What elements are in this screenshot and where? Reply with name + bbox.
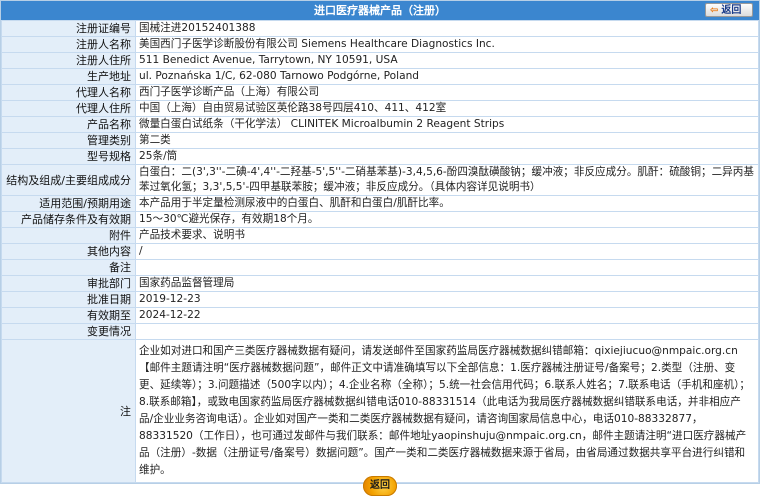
footer: 返回 (0, 476, 760, 496)
field-label: 适用范围/预期用途 (1, 195, 136, 212)
table-row: 产品名称 微量白蛋白试纸条（干化学法） CLINITEK Microalbumin… (1, 116, 759, 133)
table-row: 注册人名称 美国西门子医学诊断股份有限公司 Siemens Healthcare … (1, 36, 759, 53)
back-button-label: 返回 (721, 5, 742, 16)
table-row: 备注 (1, 259, 759, 276)
field-value: 中国（上海）自由贸易试验区英伦路38号四层410、411、412室 (135, 100, 759, 117)
table-row: 管理类别 第二类 (1, 132, 759, 149)
back-button-bottom[interactable]: 返回 (363, 476, 397, 496)
table-row: 其他内容 / (1, 243, 759, 260)
detail-panel: 进口医疗器械产品（注册） ⇦ 返回 注册证编号 国械注进20152401388 注册人… (0, 0, 760, 484)
arrow-left-icon: ⇦ (710, 5, 719, 16)
field-label: 有效期至 (1, 307, 136, 324)
field-value: 微量白蛋白试纸条（干化学法） CLINITEK Microalbumin 2 R… (135, 116, 759, 133)
field-label: 注册证编号 (1, 20, 136, 37)
note-text: 企业如对进口和国产三类医疗器械数据有疑问，请发送邮件至国家药监局医疗器械数据纠错… (135, 339, 759, 483)
table-row: 审批部门 国家药品监督管理局 (1, 275, 759, 292)
back-button-top[interactable]: ⇦ 返回 (705, 3, 753, 17)
field-label: 附件 (1, 227, 136, 244)
field-label: 审批部门 (1, 275, 136, 292)
field-value: 2024-12-22 (135, 307, 759, 324)
table-row: 代理人名称 西门子医学诊断产品（上海）有限公司 (1, 84, 759, 101)
field-value: ul. Poznańska 1/C, 62-080 Tarnowo Podgór… (135, 68, 759, 85)
table-row: 有效期至 2024-12-22 (1, 307, 759, 324)
field-value: 美国西门子医学诊断股份有限公司 Siemens Healthcare Diagn… (135, 36, 759, 53)
table-row: 变更情况 (1, 323, 759, 340)
table-row: 结构及组成/主要组成成分 白蛋白：二(3',3''-二碘-4',4''-二羟基-5… (1, 164, 759, 196)
field-value: 第二类 (135, 132, 759, 149)
field-label: 注册人住所 (1, 52, 136, 69)
field-value: 白蛋白：二(3',3''-二碘-4',4''-二羟基-5',5''-二硝基苯基)… (135, 164, 759, 196)
table-row: 生产地址 ul. Poznańska 1/C, 62-080 Tarnowo Po… (1, 68, 759, 85)
field-label: 批准日期 (1, 291, 136, 308)
field-label: 注册人名称 (1, 36, 136, 53)
table-row: 型号规格 25条/筒 (1, 148, 759, 165)
field-label: 管理类别 (1, 132, 136, 149)
field-value (135, 323, 759, 340)
field-value: 产品技术要求、说明书 (135, 227, 759, 244)
table-row: 批准日期 2019-12-23 (1, 291, 759, 308)
table-row: 适用范围/预期用途 本产品用于半定量检测尿液中的白蛋白、肌酐和白蛋白/肌酐比率。 (1, 195, 759, 212)
field-label: 备注 (1, 259, 136, 276)
field-value: / (135, 243, 759, 260)
title-bar: 进口医疗器械产品（注册） ⇦ 返回 (1, 1, 759, 20)
page-title: 进口医疗器械产品（注册） (314, 4, 446, 17)
field-value: 西门子医学诊断产品（上海）有限公司 (135, 84, 759, 101)
table-row: 代理人住所 中国（上海）自由贸易试验区英伦路38号四层410、411、412室 (1, 100, 759, 117)
field-label: 产品储存条件及有效期 (1, 211, 136, 228)
detail-table: 注册证编号 国械注进20152401388 注册人名称 美国西门子医学诊断股份有限公司… (1, 20, 759, 483)
field-value: 国械注进20152401388 (135, 20, 759, 37)
field-label: 产品名称 (1, 116, 136, 133)
table-row: 注册人住所 511 Benedict Avenue, Tarrytown, NY … (1, 52, 759, 69)
field-value: 25条/筒 (135, 148, 759, 165)
field-value: 国家药品监督管理局 (135, 275, 759, 292)
table-row: 附件 产品技术要求、说明书 (1, 227, 759, 244)
table-row: 注册证编号 国械注进20152401388 (1, 20, 759, 37)
note-row: 注企业如对进口和国产三类医疗器械数据有疑问，请发送邮件至国家药监局医疗器械数据纠… (1, 339, 759, 483)
field-value: 本产品用于半定量检测尿液中的白蛋白、肌酐和白蛋白/肌酐比率。 (135, 195, 759, 212)
field-label: 结构及组成/主要组成成分 (1, 164, 136, 196)
note-label: 注 (1, 339, 136, 483)
field-value: 2019-12-23 (135, 291, 759, 308)
field-label: 代理人住所 (1, 100, 136, 117)
field-label: 变更情况 (1, 323, 136, 340)
field-label: 其他内容 (1, 243, 136, 260)
table-row: 产品储存条件及有效期 15～30℃避光保存，有效期18个月。 (1, 211, 759, 228)
field-label: 型号规格 (1, 148, 136, 165)
field-value (135, 259, 759, 276)
field-label: 生产地址 (1, 68, 136, 85)
field-value: 511 Benedict Avenue, Tarrytown, NY 10591… (135, 52, 759, 69)
field-label: 代理人名称 (1, 84, 136, 101)
field-value: 15～30℃避光保存，有效期18个月。 (135, 211, 759, 228)
